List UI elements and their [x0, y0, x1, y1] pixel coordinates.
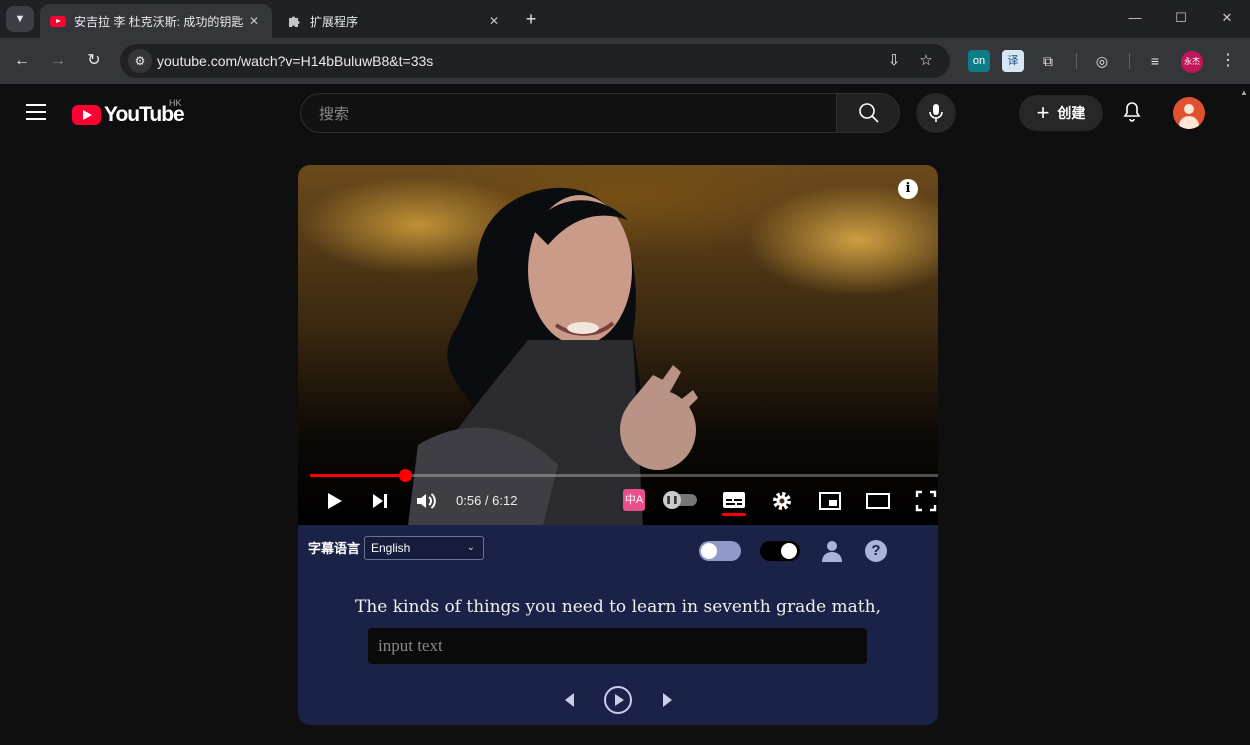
dark-mode-toggle[interactable]	[760, 541, 800, 561]
puzzle-icon	[286, 13, 302, 29]
tab-search-button[interactable]: ▼	[6, 6, 34, 32]
address-bar[interactable]: ⚙ youtube.com/watch?v=H14bBuluwB8&t=33s …	[120, 44, 950, 78]
microphone-icon	[929, 104, 943, 122]
tab-extensions[interactable]: 扩展程序 ✕	[276, 4, 512, 38]
video-frame-speaker	[408, 187, 698, 525]
help-icon[interactable]: ?	[865, 540, 887, 562]
progress-scrubber-handle[interactable]	[398, 469, 412, 482]
browser-toolbar: ← → ↻ ⚙ youtube.com/watch?v=H14bBuluwB8&…	[0, 38, 1250, 84]
toolbar-divider	[1076, 53, 1077, 69]
extensions-puzzle-icon[interactable]: ⧉	[1037, 50, 1059, 72]
video-player[interactable]: i 0:56 / 6:12 中A ❚❚	[298, 165, 938, 525]
profile-avatar[interactable]: 永杰	[1181, 51, 1203, 73]
back-icon[interactable]: ←	[10, 49, 34, 73]
tab-title: 安吉拉 李 杜克沃斯: 成功的钥匙	[74, 14, 244, 29]
screenshot-icon[interactable]: ◎	[1091, 50, 1113, 72]
tab-title: 扩展程序	[310, 14, 359, 29]
search-button[interactable]	[836, 93, 900, 133]
display-mode-toggle[interactable]	[699, 541, 741, 561]
maximize-icon[interactable]: ☐	[1158, 6, 1204, 30]
close-window-icon[interactable]: ✕	[1204, 6, 1250, 30]
current-subtitle-text: The kinds of things you need to learn in…	[355, 597, 881, 617]
menu-icon[interactable]	[26, 104, 46, 125]
volume-icon[interactable]	[414, 489, 438, 513]
subtitle-practice-panel: 字幕语言 English ⌄ ? The kinds of things you…	[298, 525, 938, 725]
translate-icon[interactable]: 中A	[623, 489, 645, 511]
more-menu-icon[interactable]: ⋮	[1217, 50, 1239, 72]
youtube-masthead: YouTube HK + 创建	[0, 84, 1250, 140]
tab-strip: ▼ 安吉拉 李 杜克沃斯: 成功的钥匙 ✕ 扩展程序 ✕ + — ☐ ✕	[0, 0, 1250, 38]
pause-icon: ❚❚	[663, 491, 681, 509]
next-video-icon[interactable]	[368, 489, 392, 513]
close-tab-icon[interactable]: ✕	[484, 11, 504, 31]
youtube-logo[interactable]: YouTube	[72, 103, 185, 127]
reading-list-icon[interactable]: ≡	[1144, 50, 1166, 72]
minimize-icon[interactable]: —	[1112, 6, 1158, 30]
search-input[interactable]	[317, 94, 821, 134]
theater-mode-icon[interactable]	[866, 489, 890, 513]
install-app-icon[interactable]: ⇩	[884, 51, 904, 71]
subtitle-language-label: 字幕语言	[308, 541, 361, 556]
next-sentence-icon[interactable]	[663, 693, 672, 707]
play-icon[interactable]	[322, 489, 346, 513]
progress-fill	[310, 474, 405, 477]
user-icon[interactable]	[822, 540, 842, 562]
miniplayer-icon[interactable]	[818, 489, 842, 513]
search-box	[300, 93, 837, 134]
close-tab-icon[interactable]: ✕	[244, 11, 264, 31]
extension-translate-icon[interactable]: 译	[1002, 50, 1024, 72]
youtube-play-logo-icon	[72, 105, 101, 125]
selected-language: English	[371, 541, 411, 555]
toolbar-divider	[1129, 53, 1130, 69]
create-button[interactable]: + 创建	[1019, 95, 1103, 131]
time-display: 0:56 / 6:12	[456, 493, 518, 508]
reload-icon[interactable]: ↻	[82, 49, 106, 73]
search-icon	[859, 103, 879, 123]
info-icon[interactable]: i	[898, 179, 918, 199]
subtitles-cc-icon[interactable]	[723, 492, 745, 508]
account-avatar[interactable]	[1173, 97, 1205, 129]
captions-active-indicator	[722, 513, 746, 516]
fullscreen-icon[interactable]	[914, 489, 938, 513]
country-code: HK	[169, 98, 182, 108]
url-text[interactable]: youtube.com/watch?v=H14bBuluwB8&t=33s	[157, 44, 433, 78]
new-tab-button[interactable]: +	[520, 8, 542, 30]
chevron-down-icon: ⌄	[466, 542, 475, 553]
extension-on-icon[interactable]: on	[968, 50, 990, 72]
site-settings-icon[interactable]: ⚙	[128, 49, 152, 73]
forward-icon[interactable]: →	[46, 49, 70, 73]
play-sentence-icon[interactable]	[604, 686, 632, 714]
moon-icon	[781, 543, 797, 559]
autoplay-toggle[interactable]: ❚❚	[663, 491, 697, 509]
youtube-icon	[50, 13, 66, 29]
voice-search-button[interactable]	[916, 93, 956, 133]
settings-gear-icon[interactable]	[770, 489, 794, 513]
notifications-bell-icon[interactable]	[1120, 100, 1144, 124]
bookmark-star-icon[interactable]: ☆	[916, 51, 936, 71]
tab-youtube[interactable]: 安吉拉 李 杜克沃斯: 成功的钥匙 ✕	[40, 4, 272, 38]
plus-icon: +	[1036, 100, 1050, 125]
subtitle-language-select[interactable]: English ⌄	[364, 536, 484, 560]
progress-bar[interactable]	[310, 469, 938, 482]
create-label: 创建	[1057, 105, 1086, 121]
previous-sentence-icon[interactable]	[565, 693, 574, 707]
dictation-input[interactable]	[368, 628, 867, 664]
scrollbar-up-arrow-icon[interactable]: ▲	[1240, 88, 1248, 97]
